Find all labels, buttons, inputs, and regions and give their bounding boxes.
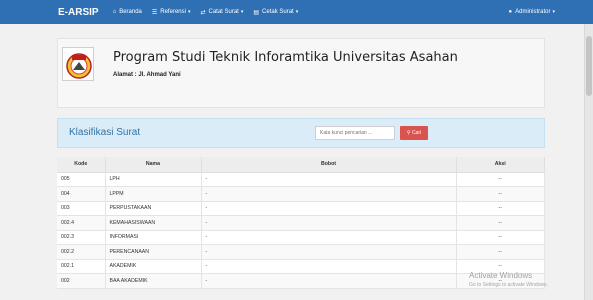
nav-cetak-surat[interactable]: ▤ Cetak Surat ▾ [253,9,298,16]
table-row: 002.3 INFORMASI - -- [57,230,545,245]
nama-cell: INFORMASI [105,230,202,245]
search-button-label: Cari [411,130,422,136]
kode-cell: 002.4 [57,215,106,231]
nama-cell: PERENCANAAN [105,244,202,260]
table-row: 002.4 KEMAHASISWAAN - -- [57,215,545,231]
bobot-cell: - [201,186,457,202]
bobot-cell: - [201,230,457,245]
table-header-row: Kode Nama Bobot Aksi [57,157,545,173]
nav-label: Beranda [119,9,142,15]
panel-title: Klasifikasi Surat [69,127,141,138]
column-header-nama[interactable]: Nama [105,157,202,173]
bobot-cell: - [201,273,457,289]
user-label: Administrator [515,9,551,15]
nama-cell: LPH [105,172,202,187]
home-icon: ⌂ [112,9,117,15]
kode-cell: 002.1 [57,259,106,274]
nav-label: Referensi [160,9,186,15]
aksi-cell[interactable]: -- [456,230,545,245]
table-row: 004 LPPM - -- [57,186,545,202]
aksi-cell[interactable]: -- [456,201,545,216]
watermark-title: Activate Windows [469,271,533,280]
top-navbar: E-ARSIP ⌂ Beranda ☰ Referensi ▾ ⇄ Catat … [0,0,593,24]
aksi-cell[interactable]: -- [456,172,545,187]
column-header-aksi: Aksi [456,157,545,173]
column-header-kode[interactable]: Kode [57,157,106,173]
nama-cell: LPPM [105,186,202,202]
classification-panel: Klasifikasi Surat ⚲ Cari [57,118,545,148]
university-logo [62,47,94,81]
activation-watermark: Activate Windows Go to Settings to activ… [469,271,548,288]
page-scrollbar[interactable] [584,24,593,300]
search-input[interactable] [315,126,395,140]
classification-table: Kode Nama Bobot Aksi 005 LPH - -- 004 LP… [57,157,545,289]
aksi-cell[interactable]: -- [456,215,545,231]
caret-down-icon: ▾ [552,9,555,15]
page-title: Program Studi Teknik Inforamtika Univers… [113,50,458,65]
watermark-subtitle: Go to Settings to activate Windows. [469,282,548,288]
user-icon: ● [508,9,513,15]
nama-cell: BAA AKADEMIK [105,273,202,289]
institution-header: Program Studi Teknik Inforamtika Univers… [57,38,545,108]
print-icon: ▤ [253,9,260,16]
caret-down-icon: ▾ [240,9,244,15]
column-header-bobot[interactable]: Bobot [201,157,457,173]
scrollbar-thumb[interactable] [586,36,592,96]
shuffle-icon: ⇄ [200,9,206,16]
bobot-cell: - [201,201,457,216]
nav-label: Catat Surat [208,9,239,15]
kode-cell: 002.3 [57,230,106,245]
aksi-cell[interactable]: -- [456,244,545,260]
table-row: 002.2 PERENCANAAN - -- [57,244,545,260]
kode-cell: 002.2 [57,244,106,260]
kode-cell: 002 [57,273,106,289]
list-icon: ☰ [151,9,158,16]
bobot-cell: - [201,259,457,274]
nav-catat-surat[interactable]: ⇄ Catat Surat ▾ [200,9,243,16]
caret-down-icon: ▾ [187,9,191,15]
user-menu[interactable]: ● Administrator ▾ [509,9,555,15]
nav-label: Cetak Surat [262,9,294,15]
search-icon: ⚲ [406,130,411,136]
table-row: 003 PERPUSTAKAAN - -- [57,201,545,216]
bobot-cell: - [201,172,457,187]
address-text: Alamat : Jl. Ahmad Yani [113,72,181,78]
nav-beranda[interactable]: ⌂ Beranda [113,9,142,15]
aksi-cell[interactable]: -- [456,186,545,202]
nama-cell: PERPUSTAKAAN [105,201,202,216]
table-row: 005 LPH - -- [57,172,545,187]
search-button[interactable]: ⚲ Cari [400,126,428,140]
nav-referensi[interactable]: ☰ Referensi ▾ [152,9,191,16]
nama-cell: AKADEMIK [105,259,202,274]
nama-cell: KEMAHASISWAAN [105,215,202,231]
bobot-cell: - [201,215,457,231]
caret-down-icon: ▾ [295,9,299,15]
kode-cell: 003 [57,201,106,216]
kode-cell: 005 [57,172,106,187]
kode-cell: 004 [57,186,106,202]
bobot-cell: - [201,244,457,260]
brand-link[interactable]: E-ARSIP [58,7,99,18]
